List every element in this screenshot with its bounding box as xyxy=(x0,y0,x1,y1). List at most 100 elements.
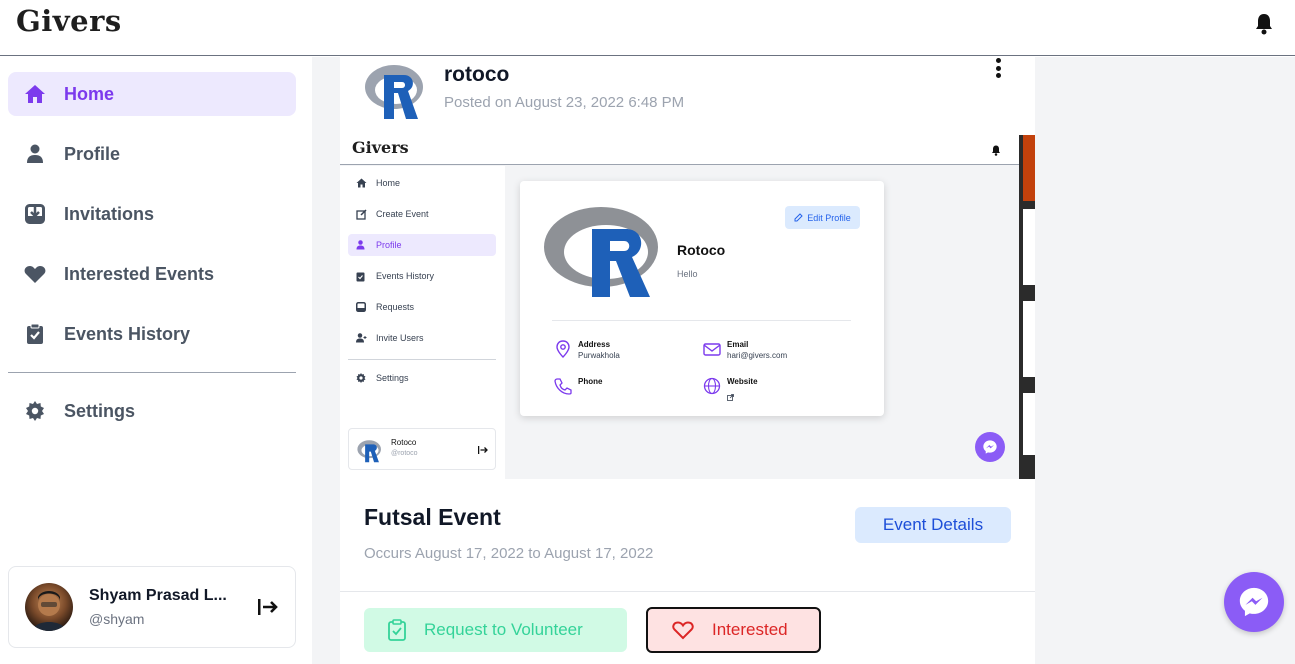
gear-icon xyxy=(356,372,367,384)
edit-profile-label: Edit Profile xyxy=(807,212,851,223)
profile-bio: Hello xyxy=(677,269,698,279)
address-value: Purwakhola xyxy=(578,351,620,360)
image-messenger-icon xyxy=(975,432,1005,462)
image-nav-label: Profile xyxy=(376,240,402,250)
image-sidebar: Home Create Event Profile Events History… xyxy=(340,166,505,479)
brand-logo[interactable]: Givers xyxy=(16,4,122,38)
sidebar-item-label: Settings xyxy=(64,400,136,421)
gear-icon xyxy=(24,400,46,422)
post-image[interactable]: Givers Home Create Event Profile Events … xyxy=(340,135,1035,479)
sidebar-divider xyxy=(8,372,296,373)
image-edit-profile-button: Edit Profile xyxy=(785,206,860,229)
home-icon xyxy=(24,83,46,105)
phone-label: Phone xyxy=(578,377,603,386)
sidebar-item-settings[interactable]: Settings xyxy=(8,389,296,433)
edit-icon xyxy=(356,208,367,220)
heart-icon xyxy=(24,263,46,285)
email-value: hari@givers.com xyxy=(727,351,788,360)
website-label: Website xyxy=(727,377,758,386)
post-options-icon[interactable] xyxy=(990,57,1006,79)
image-nav-create-event: Create Event xyxy=(348,203,496,225)
avatar xyxy=(25,583,73,631)
image-nav-label: Requests xyxy=(376,302,415,312)
address-field: Address Purwakhola xyxy=(554,340,620,360)
sidebar-item-label: Profile xyxy=(64,143,121,164)
sidebar-item-label: Interested Events xyxy=(64,263,215,284)
user-icon xyxy=(24,143,46,165)
notification-bell-icon[interactable] xyxy=(1254,13,1274,35)
image-user-handle: @rotoco xyxy=(391,450,418,457)
image-user-card: Rotoco @rotoco xyxy=(348,428,496,470)
image-nav-label: Home xyxy=(376,178,401,188)
profile-name: Rotoco xyxy=(677,242,726,258)
email-label: Email xyxy=(727,340,749,349)
sidebar-item-home[interactable]: Home xyxy=(8,72,296,116)
post-author-name[interactable]: rotoco xyxy=(444,63,509,87)
profile-divider xyxy=(552,320,851,321)
clipboard-check-icon xyxy=(356,271,367,282)
clipboard-check-icon xyxy=(24,323,46,345)
sidebar-item-label: Events History xyxy=(64,323,191,344)
event-dates: Occurs August 17, 2022 to August 17, 202… xyxy=(364,545,654,562)
request-to-volunteer-button[interactable]: Request to Volunteer xyxy=(364,608,627,652)
top-header: Givers xyxy=(0,0,1295,56)
image-bell-icon xyxy=(992,145,1000,156)
r-logo-icon xyxy=(544,207,658,297)
phone-field: Phone xyxy=(554,377,602,395)
image-edge-strip xyxy=(1019,135,1035,479)
interested-button[interactable]: Interested xyxy=(646,607,821,653)
logout-icon xyxy=(478,446,488,454)
location-pin-icon xyxy=(556,340,570,358)
post-date: Posted on August 23, 2022 6:48 PM xyxy=(444,94,685,111)
home-icon xyxy=(356,178,367,189)
address-label: Address xyxy=(578,340,611,349)
image-nav-invite-users: Invite Users xyxy=(348,327,496,349)
image-sidebar-divider xyxy=(348,359,496,360)
image-nav-requests: Requests xyxy=(348,296,496,318)
sidebar-item-interested-events[interactable]: Interested Events xyxy=(8,252,296,296)
image-user-avatar xyxy=(357,440,381,463)
sidebar: Home Profile Invitations Interested Even… xyxy=(0,57,312,664)
sidebar-item-profile[interactable]: Profile xyxy=(8,132,296,176)
event-details-button[interactable]: Event Details xyxy=(855,507,1011,543)
image-header: Givers xyxy=(340,135,1020,165)
post-card: rotoco Posted on August 23, 2022 6:48 PM… xyxy=(340,57,1035,664)
sidebar-item-invitations[interactable]: Invitations xyxy=(8,192,296,236)
image-nav-profile: Profile xyxy=(348,234,496,256)
heart-outline-icon xyxy=(672,620,694,639)
globe-icon xyxy=(703,377,721,395)
logout-icon[interactable] xyxy=(257,597,279,617)
image-nav-home: Home xyxy=(348,172,496,194)
sidebar-item-events-history[interactable]: Events History xyxy=(8,312,296,356)
image-profile-card: Rotoco Hello Edit Profile Address Purwak… xyxy=(520,181,884,416)
sidebar-item-label: Home xyxy=(64,83,115,104)
image-brand: Givers xyxy=(352,138,409,157)
messenger-chat-button[interactable] xyxy=(1224,572,1284,632)
current-user-card[interactable]: Shyam Prasad L... @shyam xyxy=(8,566,296,648)
sidebar-item-label: Invitations xyxy=(64,203,155,224)
phone-icon xyxy=(554,378,572,395)
inbox-icon xyxy=(356,301,367,313)
email-field: Email hari@givers.com xyxy=(703,340,787,360)
event-title: Futsal Event xyxy=(364,504,501,530)
website-field: Website xyxy=(703,377,758,405)
post-divider xyxy=(340,591,1035,592)
image-nav-label: Create Event xyxy=(376,209,429,219)
pencil-icon xyxy=(794,213,803,222)
user-handle: @shyam xyxy=(89,611,145,627)
post-author-avatar[interactable] xyxy=(364,57,428,121)
image-user-name: Rotoco xyxy=(391,438,417,447)
image-nav-events-history: Events History xyxy=(348,265,496,287)
request-to-volunteer-label: Request to Volunteer xyxy=(424,620,583,639)
external-link-icon xyxy=(727,394,734,401)
mail-icon xyxy=(703,343,721,356)
clipboard-check-icon xyxy=(388,619,406,641)
image-nav-settings: Settings xyxy=(348,367,496,389)
messenger-icon xyxy=(1239,587,1269,617)
image-nav-label: Events History xyxy=(376,271,435,281)
user-name: Shyam Prasad L... xyxy=(89,587,227,604)
user-plus-icon xyxy=(356,332,367,344)
interested-label: Interested xyxy=(712,620,788,639)
inbox-icon xyxy=(24,203,46,225)
user-icon xyxy=(356,239,367,251)
